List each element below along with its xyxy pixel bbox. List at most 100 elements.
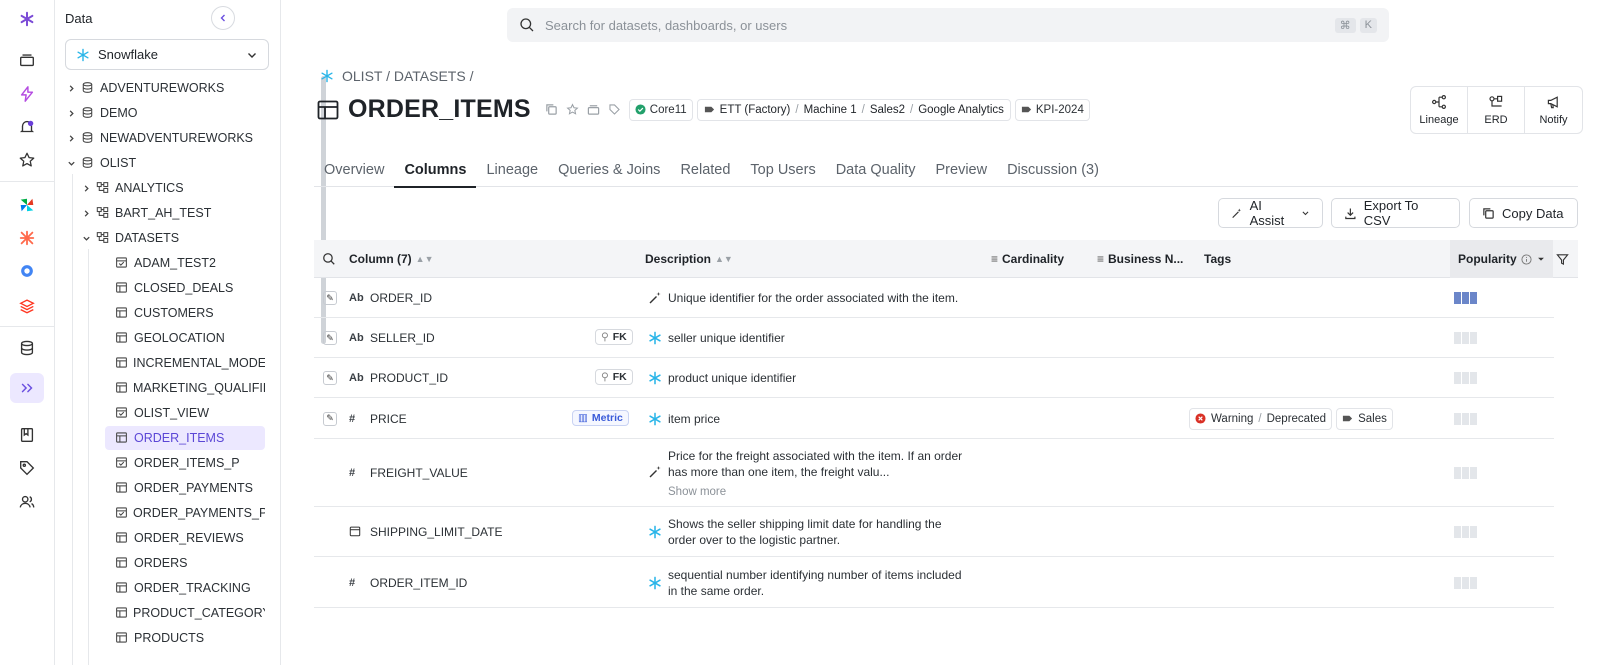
copy-icon[interactable]	[545, 103, 558, 116]
export-csv-button[interactable]: Export To CSV	[1331, 198, 1460, 228]
column-description[interactable]: item price	[668, 411, 720, 427]
tab-top-users[interactable]: Top Users	[740, 157, 825, 187]
foreign-key-badge[interactable]: ⚲ FK	[595, 329, 633, 345]
sales-tag[interactable]: Sales	[1336, 407, 1393, 430]
lineage-button[interactable]: Lineage	[1411, 87, 1468, 133]
breadcrumb-path[interactable]: OLIST / DATASETS /	[342, 68, 473, 84]
chevron-right-icon[interactable]	[65, 84, 77, 93]
status-tag[interactable]: Warning / Deprecated	[1189, 407, 1333, 430]
column-name[interactable]: PRODUCT_ID	[370, 371, 448, 385]
databricks-icon[interactable]	[10, 291, 44, 321]
tree-item[interactable]: ADAM_TEST2	[105, 251, 265, 275]
global-search[interactable]: Search for datasets, dashboards, or user…	[507, 8, 1389, 42]
tree-item[interactable]: OLIST	[65, 151, 265, 175]
metric-badge[interactable]: ▥ Metric	[572, 409, 629, 426]
tree-item[interactable]: CLOSED_DEALS	[105, 276, 265, 300]
table-row[interactable]: SHIPPING_LIMIT_DATE Shows the seller ship…	[314, 507, 1554, 557]
tab-discussion-3[interactable]: Discussion (3)	[997, 157, 1109, 187]
chevron-right-icon[interactable]	[80, 209, 92, 218]
column-description[interactable]: Shows the seller shipping limit date for…	[668, 516, 968, 548]
column-name[interactable]: ORDER_ITEM_ID	[370, 576, 467, 590]
tree-item[interactable]: PRODUCT_CATEGORY_	[105, 601, 265, 625]
tree-item[interactable]: ADVENTUREWORKS	[65, 76, 265, 100]
column-name[interactable]: SHIPPING_LIMIT_DATE	[370, 525, 502, 539]
collection-icon[interactable]	[587, 103, 600, 116]
header-popularity[interactable]: Popularity	[1450, 240, 1553, 278]
filter-button[interactable]	[1556, 240, 1569, 278]
tab-queries-joins[interactable]: Queries & Joins	[548, 157, 670, 187]
column-name[interactable]: PRICE	[370, 412, 407, 426]
table-row[interactable]: ✎ Ab PRODUCT_ID ⚲ FK product unique identifie…	[314, 358, 1554, 398]
logo-icon[interactable]	[10, 4, 44, 34]
show-more-link[interactable]: Show more	[668, 486, 968, 498]
database-icon[interactable]	[10, 333, 44, 363]
tab-data-quality[interactable]: Data Quality	[826, 157, 926, 187]
erd-button[interactable]: ERD	[1468, 87, 1525, 133]
edit-column-button[interactable]: ✎	[323, 331, 337, 345]
column-description[interactable]: seller unique identifier	[668, 330, 785, 346]
layers-icon[interactable]	[10, 45, 44, 75]
collapse-sidebar-button[interactable]	[211, 6, 235, 30]
table-row[interactable]: # ORDER_ITEM_ID sequential number identify…	[314, 557, 1554, 608]
tree-item[interactable]: INCREMENTAL_MODEL	[105, 351, 265, 375]
tab-overview[interactable]: Overview	[314, 157, 394, 187]
chevron-right-icon[interactable]	[80, 184, 92, 193]
tree-item[interactable]: MARKETING_QUALIFIEI	[105, 376, 265, 400]
tag-icon[interactable]	[10, 453, 44, 483]
edit-column-button[interactable]: ✎	[323, 411, 337, 426]
tree-item[interactable]: PRODUCTS	[105, 626, 265, 650]
tree-item[interactable]: ORDER_PAYMENTS_P	[105, 501, 265, 525]
tab-columns[interactable]: Columns	[394, 157, 477, 188]
table-row[interactable]: ✎ Ab SELLER_ID ⚲ FK seller unique identifier	[314, 318, 1554, 358]
tag-icon[interactable]	[608, 103, 621, 116]
table-row[interactable]: ✎ Ab ORDER_ID Unique identifier for the ord…	[314, 278, 1554, 318]
column-name[interactable]: SELLER_ID	[370, 331, 435, 345]
column-name[interactable]: ORDER_ID	[370, 291, 432, 305]
bell-icon[interactable]	[10, 112, 44, 142]
book-icon[interactable]	[10, 420, 44, 450]
source-select[interactable]: Snowflake	[65, 39, 269, 70]
tree-item[interactable]: OLIST_VIEW	[105, 401, 265, 425]
column-name[interactable]: FREIGHT_VALUE	[370, 466, 468, 480]
table-row[interactable]: ✎ # PRICE ▥ Metric item price Warning / Deprecat…	[314, 398, 1554, 439]
chevron-down-icon[interactable]	[80, 234, 92, 243]
tree-item[interactable]: ANALYTICS	[80, 176, 265, 200]
table-row[interactable]: # FREIGHT_VALUE Price for the freight asso…	[314, 439, 1554, 507]
notify-button[interactable]: Notify	[1525, 87, 1582, 133]
domain-path-chip[interactable]: ETT (Factory) / Machine 1/ Sales2/ Google…	[696, 98, 1011, 121]
chevron-right-icon[interactable]	[65, 109, 77, 118]
tree-item[interactable]: ORDER_REVIEWS	[105, 526, 265, 550]
tree-item[interactable]: ORDER_ITEMS_P	[105, 451, 265, 475]
tab-lineage[interactable]: Lineage	[476, 157, 548, 187]
chevron-right-icon[interactable]	[65, 134, 77, 143]
ai-assist-button[interactable]: AI Assist	[1218, 198, 1323, 228]
tree-item[interactable]: ORDER_PAYMENTS	[105, 476, 265, 500]
star-icon[interactable]	[10, 145, 44, 175]
tab-related[interactable]: Related	[670, 157, 740, 187]
tree-item[interactable]: DATASETS	[80, 226, 265, 250]
column-description[interactable]: Unique identifier for the order associat…	[668, 290, 958, 306]
header-business-name[interactable]: ≡ Business N...	[1097, 240, 1183, 278]
copy-data-button[interactable]: Copy Data	[1469, 198, 1578, 228]
star-icon[interactable]	[566, 103, 579, 116]
tree-item[interactable]: BART_AH_TEST	[80, 201, 265, 225]
core-chip[interactable]: Core11	[628, 98, 693, 121]
expand-icon[interactable]	[10, 373, 44, 403]
tree-item[interactable]: DEMO	[65, 101, 265, 125]
column-description[interactable]: Price for the freight associated with th…	[668, 448, 968, 480]
chevron-down-icon[interactable]	[65, 159, 77, 168]
lightning-icon[interactable]	[10, 79, 44, 109]
kpi-chip[interactable]: KPI-2024	[1014, 98, 1090, 121]
header-description[interactable]: Description ▲▼	[645, 240, 733, 278]
tree-item[interactable]: CUSTOMERS	[105, 301, 265, 325]
foreign-key-badge[interactable]: ⚲ FK	[595, 369, 633, 385]
users-icon[interactable]	[10, 487, 44, 517]
dbt-icon[interactable]	[10, 223, 44, 253]
tree-item[interactable]: ORDER_ITEMS	[105, 426, 265, 450]
header-column[interactable]: Column (7) ▲▼	[349, 240, 434, 278]
tree-item[interactable]: NEWADVENTUREWORKS	[65, 126, 265, 150]
tree-item[interactable]: ORDERS	[105, 551, 265, 575]
looker-icon[interactable]	[10, 256, 44, 286]
edit-column-button[interactable]: ✎	[323, 371, 337, 385]
edit-column-button[interactable]: ✎	[323, 291, 337, 305]
